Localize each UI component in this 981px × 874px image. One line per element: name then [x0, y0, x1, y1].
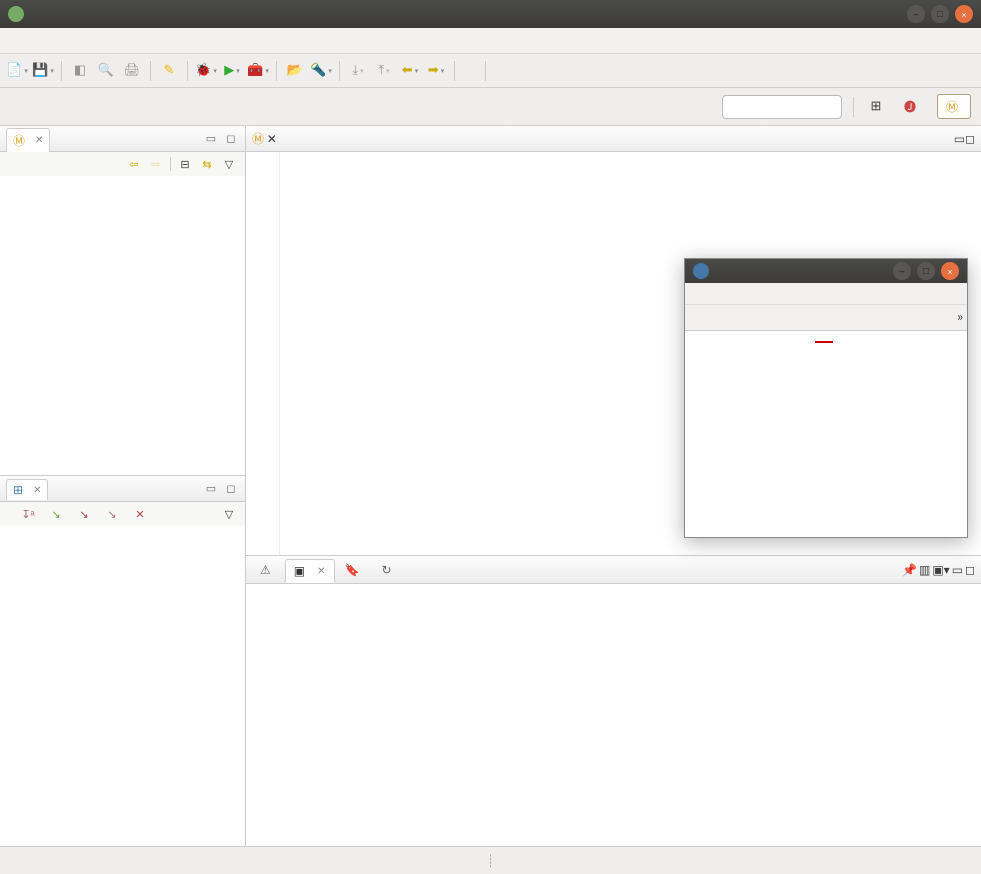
terminal-icon: ▣ — [294, 564, 305, 578]
filter1-icon[interactable]: ↘ — [48, 506, 64, 522]
back-button[interactable]: ⬅ — [399, 60, 421, 82]
minimize-pane-button[interactable]: ▭ — [203, 481, 219, 497]
display-console-button[interactable]: ▥ — [919, 563, 930, 577]
bottom-panel: ⚠ ▣✕ 🔖 ↻ 📌 ▥ ▣▾ ▭ ◻ — [246, 556, 981, 846]
filter3-icon[interactable]: ↘ — [104, 506, 120, 522]
close-button[interactable]: × — [955, 5, 973, 23]
minimize-pane-button[interactable]: ▭ — [203, 131, 219, 147]
bottom-tabs: ⚠ ▣✕ 🔖 ↻ 📌 ▥ ▣▾ ▭ ◻ — [246, 556, 981, 584]
omplot-window[interactable]: – □ × » — [684, 258, 968, 538]
omplot-icon — [693, 263, 709, 279]
filter2-icon[interactable]: ↘ — [76, 506, 92, 522]
forward-icon[interactable]: ⇨ — [148, 156, 164, 172]
java-perspective-button[interactable]: 🅙 — [895, 94, 929, 119]
close-icon[interactable]: ✕ — [317, 565, 325, 577]
window-titlebar: – □ × — [0, 0, 981, 28]
more-button[interactable]: » — [957, 311, 963, 324]
quick-access-input[interactable] — [722, 95, 842, 119]
editor-header: Ⓜ ✕ ▭ ◻ — [246, 126, 981, 152]
build-project-button[interactable] — [493, 67, 509, 75]
console-output[interactable] — [246, 584, 981, 846]
line-gutter — [246, 152, 280, 555]
modelica-icon: Ⓜ — [252, 133, 264, 146]
projects-tab[interactable]: Ⓜ ✕ — [6, 128, 50, 152]
filter4-icon[interactable]: ✕ — [132, 506, 148, 522]
open-task-button[interactable]: 📂 — [284, 60, 306, 82]
minimize-console-button[interactable]: ▭ — [952, 563, 963, 577]
maximize-console-button[interactable]: ◻ — [965, 563, 975, 577]
legend-swatch — [815, 341, 833, 343]
maximize-button[interactable]: □ — [931, 5, 949, 23]
close-button[interactable]: × — [941, 262, 959, 280]
minimize-button[interactable]: – — [907, 5, 925, 23]
correct-indentation-button[interactable] — [462, 67, 478, 75]
external-tools-button[interactable]: 🧰 — [247, 60, 269, 82]
projects-pane-header: Ⓜ ✕ ▭ ◻ — [0, 126, 245, 152]
status-bar: ┊ — [0, 846, 981, 874]
problems-tab[interactable]: ⚠ — [252, 559, 283, 581]
search-button[interactable]: 🔍 — [95, 60, 117, 82]
omplot-menubar — [685, 283, 967, 305]
prev-annotation-button[interactable]: ⤒ — [373, 60, 395, 82]
view-menu-icon[interactable]: ▽ — [221, 156, 237, 172]
quick-access-bar: ⊞ 🅙 Ⓜ — [0, 88, 981, 126]
collapse-all-icon[interactable]: ⊟ — [177, 156, 193, 172]
outline-tab[interactable]: ⊞ ✕ — [6, 479, 48, 500]
sort-icon[interactable]: ↧ᵃ — [20, 506, 36, 522]
highlight-button[interactable]: ✎ — [158, 60, 180, 82]
plot-legend — [815, 341, 837, 343]
minimize-button[interactable]: – — [893, 262, 911, 280]
outline-icon: ⊞ — [13, 483, 23, 497]
new-button[interactable]: 📄 — [6, 60, 28, 82]
problems-icon: ⚠ — [260, 563, 271, 577]
maximize-pane-button[interactable]: ◻ — [223, 131, 239, 147]
forward-button[interactable]: ➡ — [425, 60, 447, 82]
maximize-pane-button[interactable]: ◻ — [223, 481, 239, 497]
open-perspective-button[interactable]: ⊞ — [865, 96, 887, 118]
save-button[interactable]: 💾 — [32, 60, 54, 82]
main-toolbar: 📄 💾 ◧ 🔍 🖨 ✎ 🐞 ▶ 🧰 📂 🔦 ⤓ ⤒ ⬅ ➡ — [0, 54, 981, 88]
plot-chart — [691, 337, 961, 511]
close-icon[interactable]: ✕ — [33, 484, 41, 496]
outline-tree — [0, 526, 245, 846]
maximize-editor-button[interactable]: ◻ — [965, 132, 975, 146]
close-icon[interactable]: ✕ — [35, 134, 43, 146]
outline-pane: ⊞ ✕ ▭ ◻ ↧ᵃ ↘ ↘ ↘ ✕ ▽ — [0, 476, 245, 846]
close-icon[interactable]: ✕ — [267, 133, 277, 146]
menubar — [0, 28, 981, 54]
bookmark-icon: 🔖 — [345, 563, 360, 577]
projects-toolbar: ⇦ ⇨ ⊟ ⇆ ▽ — [0, 152, 245, 176]
modelica-icon: Ⓜ — [13, 132, 25, 149]
progress-tab[interactable]: ↻ — [373, 559, 403, 581]
outline-toolbar: ↧ᵃ ↘ ↘ ↘ ✕ ▽ — [0, 502, 245, 526]
link-editor-icon[interactable]: ⇆ — [199, 156, 215, 172]
console-tab[interactable]: ▣✕ — [285, 559, 335, 583]
omplot-titlebar: – □ × — [685, 259, 967, 283]
open-console-button[interactable]: ▣▾ — [932, 563, 949, 577]
pin-console-button[interactable]: 📌 — [902, 563, 917, 577]
projects-tree — [0, 176, 245, 475]
app-icon — [8, 6, 24, 22]
maximize-button[interactable]: □ — [917, 262, 935, 280]
debug-button[interactable]: 🐞 — [195, 60, 217, 82]
print-button[interactable]: 🖨 — [121, 60, 143, 82]
bookmarks-tab[interactable]: 🔖 — [337, 559, 372, 581]
run-button[interactable]: ▶ — [221, 60, 243, 82]
left-column: Ⓜ ✕ ▭ ◻ ⇦ ⇨ ⊟ ⇆ ▽ ⊞ — [0, 126, 246, 846]
search-tool-button[interactable]: 🔦 — [310, 60, 332, 82]
editor-tab[interactable]: Ⓜ ✕ — [252, 130, 277, 147]
outline-pane-header: ⊞ ✕ ▭ ◻ — [0, 476, 245, 502]
next-annotation-button[interactable]: ⤓ — [347, 60, 369, 82]
progress-icon: ↻ — [381, 563, 391, 577]
modelica-perspective-button[interactable]: Ⓜ — [937, 94, 971, 119]
plot-area — [685, 331, 967, 537]
omplot-toolbar: » — [685, 305, 967, 331]
view-menu-icon[interactable]: ▽ — [221, 506, 237, 522]
open-type-button[interactable]: ◧ — [69, 60, 91, 82]
back-icon[interactable]: ⇦ — [126, 156, 142, 172]
projects-pane: Ⓜ ✕ ▭ ◻ ⇦ ⇨ ⊟ ⇆ ▽ — [0, 126, 245, 476]
minimize-editor-button[interactable]: ▭ — [954, 132, 965, 146]
